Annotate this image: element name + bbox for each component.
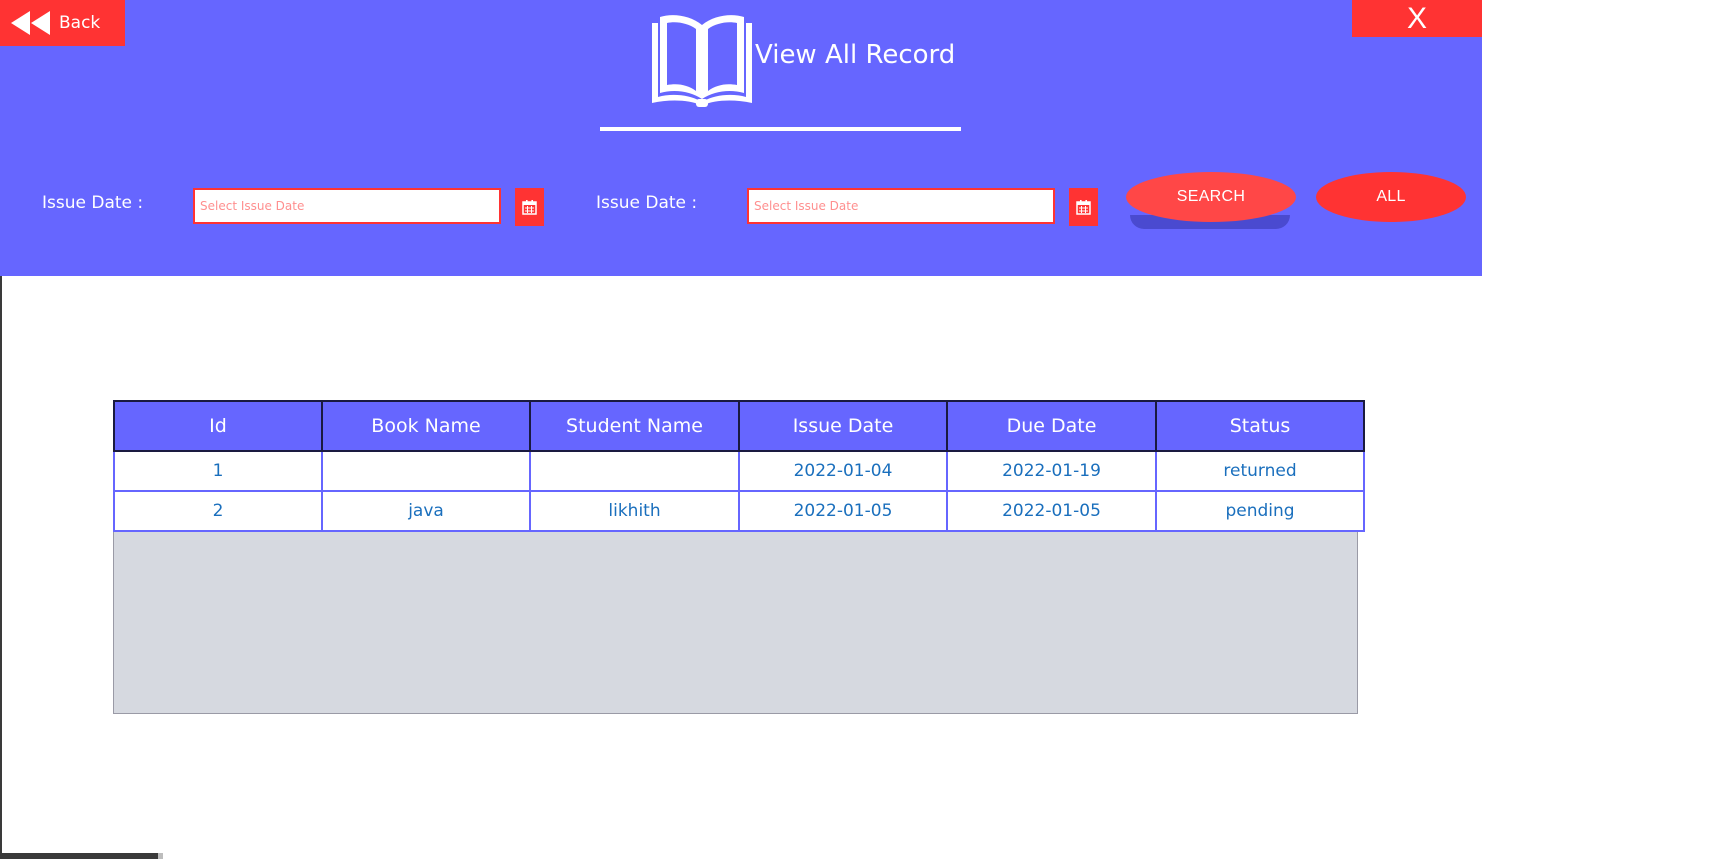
column-header-due-date[interactable]: Due Date — [946, 400, 1157, 452]
cell-due-date[interactable]: 2022-01-19 — [946, 450, 1157, 492]
header-panel: Back X View All Record Issue Date : Issu… — [0, 0, 1482, 276]
cell-student-name[interactable] — [529, 450, 740, 492]
table-row[interactable]: 2 java likhith 2022-01-05 2022-01-05 pen… — [113, 490, 1365, 532]
table-row[interactable]: 1 2022-01-04 2022-01-19 returned — [113, 450, 1365, 492]
cell-id[interactable]: 2 — [113, 490, 323, 532]
column-header-issue-date[interactable]: Issue Date — [738, 400, 948, 452]
cell-book-name[interactable] — [321, 450, 531, 492]
cell-issue-date[interactable]: 2022-01-05 — [738, 490, 948, 532]
table-header-row: Id Book Name Student Name Issue Date Due… — [113, 400, 1365, 452]
issue-date-from-input[interactable] — [193, 188, 501, 224]
calendar-icon — [1076, 199, 1091, 215]
close-button[interactable]: X — [1352, 0, 1482, 37]
issue-date-from-calendar-button[interactable] — [515, 188, 544, 226]
issue-date-to-input[interactable] — [747, 188, 1055, 224]
cell-id[interactable]: 1 — [113, 450, 323, 492]
close-label: X — [1406, 1, 1427, 35]
records-table: Id Book Name Student Name Issue Date Due… — [113, 400, 1365, 532]
cell-student-name[interactable]: likhith — [529, 490, 740, 532]
cell-status[interactable]: returned — [1155, 450, 1365, 492]
calendar-icon — [522, 199, 537, 215]
taskbar-fragment — [0, 853, 163, 859]
fast-rewind-icon — [11, 11, 50, 35]
search-button[interactable]: SEARCH — [1126, 172, 1296, 222]
column-header-status[interactable]: Status — [1155, 400, 1365, 452]
issue-date-to-calendar-button[interactable] — [1069, 188, 1098, 226]
all-button[interactable]: ALL — [1316, 172, 1466, 222]
page-title: View All Record — [755, 40, 956, 70]
title-underline — [600, 127, 961, 131]
cell-book-name[interactable]: java — [321, 490, 531, 532]
cell-issue-date[interactable]: 2022-01-04 — [738, 450, 948, 492]
issue-date-to-label: Issue Date : — [596, 193, 698, 213]
issue-date-from-label: Issue Date : — [42, 193, 144, 213]
column-header-id[interactable]: Id — [113, 400, 323, 452]
column-header-book-name[interactable]: Book Name — [321, 400, 531, 452]
back-button[interactable]: Back — [0, 0, 125, 46]
open-book-icon — [652, 15, 752, 107]
column-header-student-name[interactable]: Student Name — [529, 400, 740, 452]
cell-due-date[interactable]: 2022-01-05 — [946, 490, 1157, 532]
back-label: Back — [59, 13, 101, 33]
cell-status[interactable]: pending — [1155, 490, 1365, 532]
